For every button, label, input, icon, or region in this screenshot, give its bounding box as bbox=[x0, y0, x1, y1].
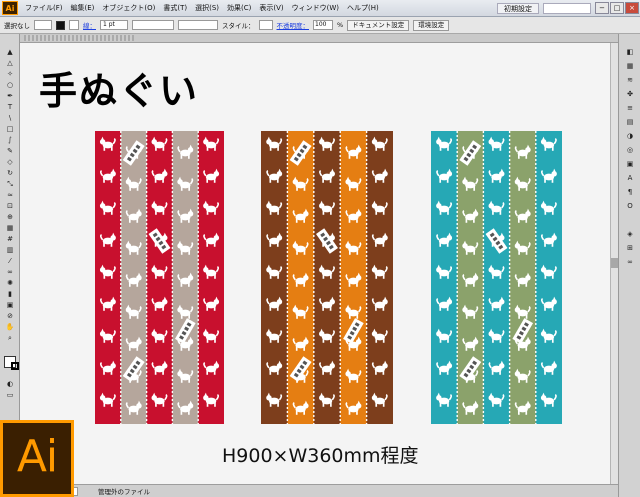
pen-tool-icon[interactable]: ✒ bbox=[5, 92, 15, 100]
blend-tool-icon[interactable]: ∞ bbox=[5, 268, 15, 276]
artboard-canvas[interactable]: 手ぬぐい H900×W360mm程度 bbox=[20, 43, 610, 484]
illustrator-logo-icon: Ai bbox=[0, 420, 74, 497]
screen-mode-icon[interactable]: ▭ bbox=[5, 391, 15, 399]
selection-tool-icon[interactable]: ▲ bbox=[5, 48, 15, 56]
towel-red[interactable] bbox=[95, 131, 224, 424]
character-panel-icon[interactable]: A bbox=[625, 174, 635, 183]
type-tool-icon[interactable]: T bbox=[5, 103, 15, 111]
menu-window[interactable]: ウィンドウ(W) bbox=[288, 3, 343, 13]
paragraph-panel-icon[interactable]: ¶ bbox=[625, 188, 635, 197]
layers-panel-icon[interactable]: ◈ bbox=[625, 230, 635, 239]
opacity-link[interactable]: 不透明度： bbox=[277, 20, 310, 30]
menu-object[interactable]: オブジェクト(O) bbox=[98, 3, 159, 13]
menu-view[interactable]: 表示(V) bbox=[255, 3, 287, 13]
hand-tool-icon[interactable]: ✋ bbox=[5, 323, 15, 331]
links-panel-icon[interactable]: ∞ bbox=[625, 258, 635, 267]
symbols-panel-icon[interactable]: ✤ bbox=[625, 90, 635, 99]
free-transform-tool-icon[interactable]: ⊡ bbox=[5, 202, 15, 210]
style-dropdown[interactable] bbox=[258, 20, 273, 30]
opacity-unit: % bbox=[337, 21, 344, 29]
brushes-panel-icon[interactable]: ≋ bbox=[625, 76, 635, 85]
pencil-tool-icon[interactable]: ✎ bbox=[5, 147, 15, 155]
document-tab-title bbox=[24, 35, 134, 41]
symbol-sprayer-tool-icon[interactable]: ✺ bbox=[5, 279, 15, 287]
artboards-panel-icon[interactable]: ⊞ bbox=[625, 244, 635, 253]
vertical-scrollbar[interactable] bbox=[610, 43, 618, 484]
close-button[interactable]: × bbox=[625, 2, 639, 14]
graph-tool-icon[interactable]: ▮ bbox=[5, 290, 15, 298]
menu-effect[interactable]: 効果(C) bbox=[223, 3, 255, 13]
towel-brown[interactable] bbox=[261, 131, 393, 424]
control-bar: 選択なし 線： 1 pt スタイル： 不透明度： 100 % ドキュメント設定 … bbox=[0, 17, 640, 34]
opentype-panel-icon[interactable]: O bbox=[625, 202, 635, 211]
document-tab[interactable] bbox=[20, 34, 618, 43]
variable-width-dropdown[interactable] bbox=[132, 20, 174, 30]
artboard-tool-icon[interactable]: ▣ bbox=[5, 301, 15, 309]
search-input[interactable] bbox=[543, 2, 591, 14]
menu-help[interactable]: ヘルプ(H) bbox=[343, 3, 383, 13]
swatches-panel-icon[interactable]: ▦ bbox=[625, 62, 635, 71]
stroke-width-field[interactable]: 1 pt bbox=[100, 20, 128, 30]
illustrator-window: Ai ファイル(F) 編集(E) オブジェクト(O) 書式(T) 選択(S) 効… bbox=[0, 0, 640, 497]
menu-type[interactable]: 書式(T) bbox=[159, 3, 191, 13]
magic-wand-tool-icon[interactable]: ✧ bbox=[5, 70, 15, 78]
eyedropper-tool-icon[interactable]: ⁄ bbox=[5, 257, 15, 265]
preferences-button[interactable]: 環境設定 bbox=[413, 19, 450, 31]
panel-dock: ◧ ▦ ≋ ✤ ≡ ▤ ◑ ◎ ▣ A ¶ O ◈ ⊞ ∞ bbox=[618, 34, 640, 497]
page-title: 手ぬぐい bbox=[39, 68, 200, 113]
transparency-panel-icon[interactable]: ◑ bbox=[625, 132, 635, 141]
zoom-tool-icon[interactable]: ⌕ bbox=[5, 334, 15, 342]
gradient-panel-icon[interactable]: ▤ bbox=[625, 118, 635, 127]
minimize-button[interactable]: − bbox=[595, 2, 609, 14]
selection-label: 選択なし bbox=[4, 22, 30, 30]
width-tool-icon[interactable]: ≈ bbox=[5, 191, 15, 199]
draw-mode-icon[interactable]: ◐ bbox=[5, 380, 15, 388]
perspective-grid-tool-icon[interactable]: ▦ bbox=[5, 224, 15, 232]
menu-edit[interactable]: 編集(E) bbox=[67, 3, 99, 13]
appearance-panel-icon[interactable]: ◎ bbox=[625, 146, 635, 155]
menu-file[interactable]: ファイル(F) bbox=[21, 3, 67, 13]
scrollbar-thumb[interactable] bbox=[611, 258, 618, 268]
fill-dropdown[interactable] bbox=[34, 20, 52, 30]
stroke-dropdown[interactable] bbox=[69, 20, 79, 30]
document-settings-button[interactable]: ドキュメント設定 bbox=[347, 19, 410, 31]
paintbrush-tool-icon[interactable]: ∫ bbox=[5, 136, 15, 144]
opacity-field[interactable]: 100 bbox=[313, 20, 333, 30]
line-tool-icon[interactable]: \ bbox=[5, 114, 15, 122]
scale-tool-icon[interactable]: ⤡ bbox=[5, 180, 15, 188]
shape-builder-tool-icon[interactable]: ⊕ bbox=[5, 213, 15, 221]
stroke-swatch[interactable] bbox=[56, 20, 65, 30]
menu-bar: Ai ファイル(F) 編集(E) オブジェクト(O) 書式(T) 選択(S) 効… bbox=[0, 0, 640, 17]
lasso-tool-icon[interactable]: ○ bbox=[5, 81, 15, 89]
rectangle-tool-icon[interactable]: □ bbox=[5, 125, 15, 133]
app-logo-icon: Ai bbox=[2, 1, 18, 15]
direct-selection-tool-icon[interactable]: △ bbox=[5, 59, 15, 67]
mesh-tool-icon[interactable]: # bbox=[5, 235, 15, 243]
stroke-link[interactable]: 線： bbox=[83, 20, 96, 30]
maximize-button[interactable]: □ bbox=[610, 2, 624, 14]
gradient-tool-icon[interactable]: ▥ bbox=[5, 246, 15, 254]
rotate-tool-icon[interactable]: ↻ bbox=[5, 169, 15, 177]
towel-teal[interactable] bbox=[431, 131, 562, 424]
status-text: 管理外のファイル bbox=[98, 488, 150, 496]
size-caption: H900×W360mm程度 bbox=[222, 445, 419, 467]
eraser-tool-icon[interactable]: ◇ bbox=[5, 158, 15, 166]
menu-select[interactable]: 選択(S) bbox=[191, 3, 223, 13]
style-label: スタイル： bbox=[222, 22, 255, 30]
color-panel-icon[interactable]: ◧ bbox=[625, 48, 635, 57]
stroke-color-swatch[interactable] bbox=[11, 362, 19, 370]
brush-dropdown[interactable] bbox=[178, 20, 218, 30]
workspace-switcher[interactable]: 初期設定 bbox=[497, 2, 539, 14]
graphic-styles-panel-icon[interactable]: ▣ bbox=[625, 160, 635, 169]
status-bar: 管理外のファイル bbox=[20, 484, 618, 497]
stroke-panel-icon[interactable]: ≡ bbox=[625, 104, 635, 113]
slice-tool-icon[interactable]: ⊘ bbox=[5, 312, 15, 320]
